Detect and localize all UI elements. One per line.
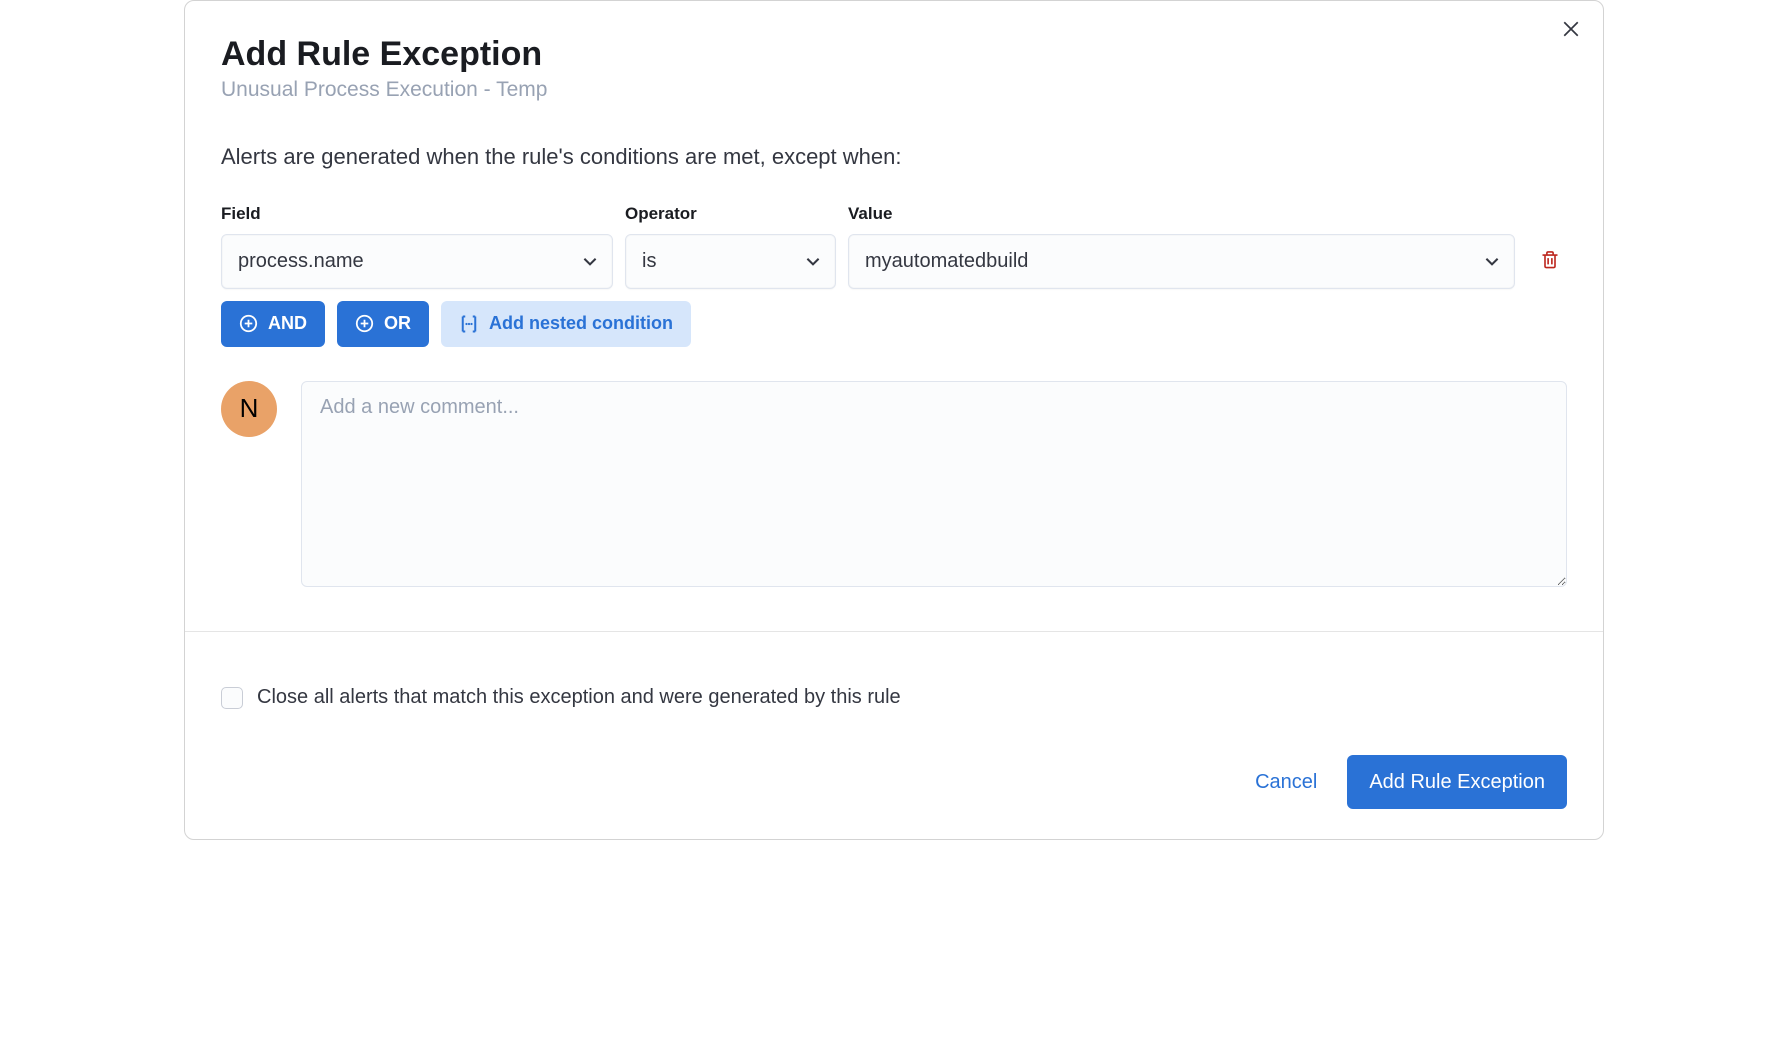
delete-condition-button[interactable] bbox=[1533, 244, 1567, 278]
value-select[interactable] bbox=[848, 234, 1515, 289]
close-alerts-label[interactable]: Close all alerts that match this excepti… bbox=[257, 686, 901, 709]
and-button-label: AND bbox=[268, 313, 307, 334]
nested-icon bbox=[459, 314, 479, 334]
avatar: N bbox=[221, 381, 277, 437]
condition-row: Field Operator Value bbox=[221, 204, 1567, 289]
comment-textarea[interactable] bbox=[301, 381, 1567, 587]
or-button-label: OR bbox=[384, 313, 411, 334]
operator-select[interactable] bbox=[625, 234, 836, 289]
nested-button-label: Add nested condition bbox=[489, 313, 673, 334]
or-button[interactable]: OR bbox=[337, 301, 429, 347]
cancel-button[interactable]: Cancel bbox=[1245, 771, 1327, 794]
add-rule-exception-modal: Add Rule Exception Unusual Process Execu… bbox=[184, 0, 1604, 840]
submit-button[interactable]: Add Rule Exception bbox=[1347, 755, 1567, 809]
value-column-label: Value bbox=[848, 204, 1567, 224]
close-alerts-checkbox[interactable] bbox=[221, 687, 243, 709]
field-select[interactable] bbox=[221, 234, 613, 289]
modal-title: Add Rule Exception bbox=[221, 33, 1567, 76]
trash-icon bbox=[1540, 250, 1560, 273]
plus-circle-icon bbox=[239, 314, 258, 333]
modal-footer: Close all alerts that match this excepti… bbox=[185, 631, 1603, 839]
plus-circle-icon bbox=[355, 314, 374, 333]
modal-description: Alerts are generated when the rule's con… bbox=[221, 144, 1567, 170]
modal-subtitle: Unusual Process Execution - Temp bbox=[221, 78, 1567, 102]
and-button[interactable]: AND bbox=[221, 301, 325, 347]
add-nested-condition-button[interactable]: Add nested condition bbox=[441, 301, 691, 347]
operator-column-label: Operator bbox=[625, 204, 836, 224]
close-button[interactable] bbox=[1557, 15, 1585, 43]
field-column-label: Field bbox=[221, 204, 613, 224]
